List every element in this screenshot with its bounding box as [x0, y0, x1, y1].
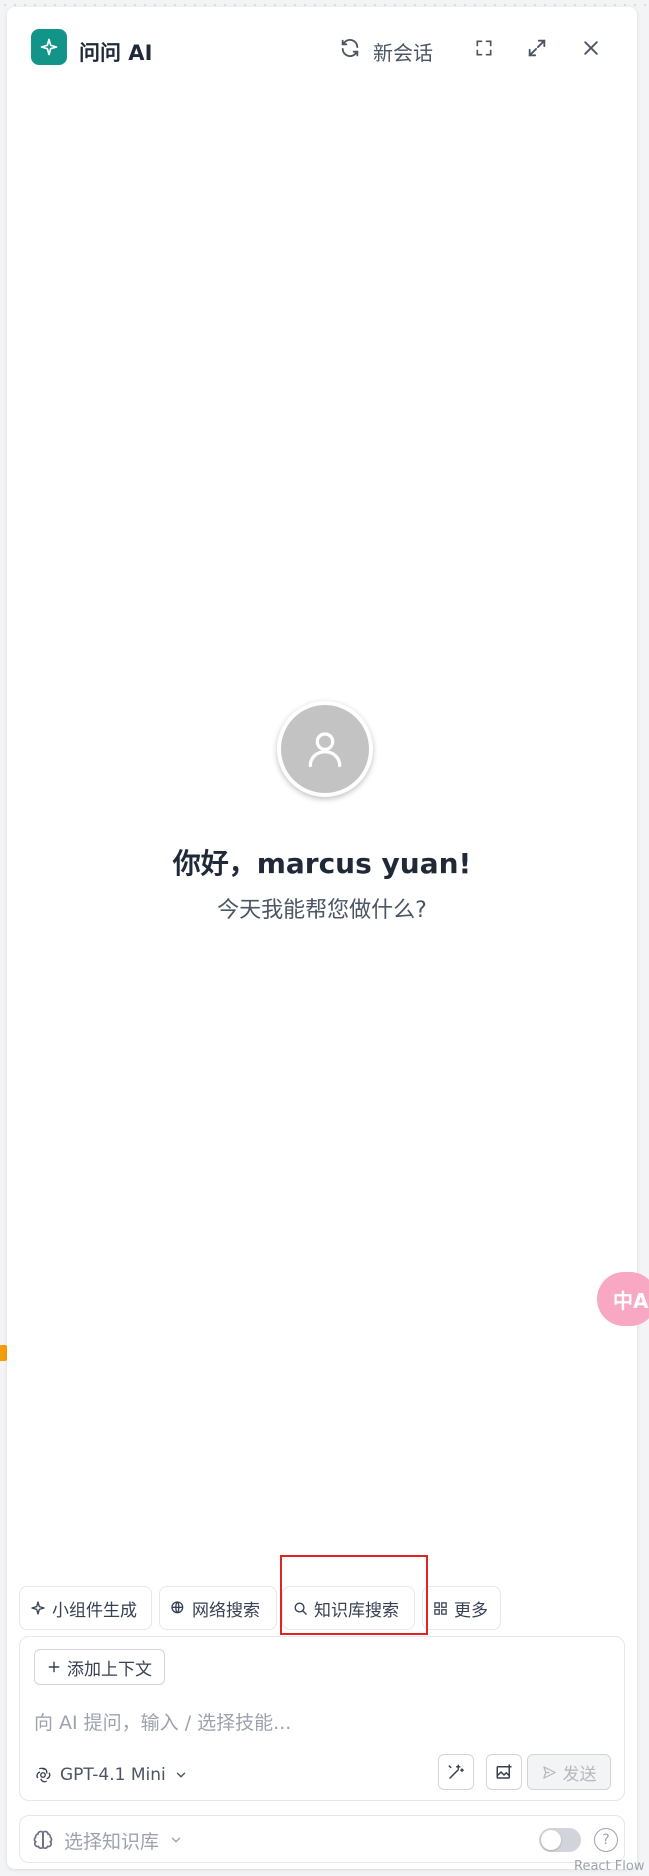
expand-icon[interactable]: [524, 35, 550, 61]
translate-button[interactable]: 中A: [597, 1272, 649, 1326]
sparkle-icon: [31, 1601, 45, 1615]
model-label: GPT-4.1 Mini: [60, 1765, 166, 1785]
help-icon[interactable]: ?: [594, 1828, 618, 1852]
ai-chat-panel: 问问 AI 新会话 你好，marcus yuan! 今天我能帮您做什么? 小组件…: [7, 7, 637, 1869]
image-upload-button[interactable]: [486, 1754, 522, 1790]
panel-title: 问问 AI: [79, 41, 153, 65]
close-icon[interactable]: [578, 35, 604, 61]
chevron-down-icon: [176, 1772, 185, 1778]
new-chat-button[interactable]: 新会话: [373, 37, 433, 66]
send-label: 发送: [562, 1764, 597, 1785]
image-plus-icon: [496, 1764, 512, 1779]
chevron-down-icon: [171, 1837, 181, 1843]
add-context-button[interactable]: 添加上下文: [34, 1649, 165, 1685]
greeting-text: 你好，marcus yuan!: [172, 847, 472, 880]
send-button[interactable]: 发送: [527, 1754, 611, 1790]
chip-label: 网络搜索: [192, 1600, 260, 1621]
magic-wand-button[interactable]: [438, 1754, 474, 1790]
knowledge-base-select[interactable]: 选择知识库: [32, 1826, 183, 1854]
ai-logo-icon: [31, 29, 67, 65]
search-icon: [294, 1602, 307, 1615]
plus-icon: [48, 1661, 60, 1673]
globe-search-icon: [171, 1601, 184, 1614]
brain-icon: [33, 1830, 53, 1850]
magic-wand-icon: [448, 1764, 464, 1779]
knowledge-base-bar: 选择知识库 ?: [19, 1815, 625, 1863]
more-chip[interactable]: 更多: [422, 1586, 501, 1630]
prompt-input[interactable]: [34, 1707, 604, 1739]
knowledge-search-chip[interactable]: 知识库搜索: [282, 1586, 415, 1630]
fullscreen-icon[interactable]: [471, 35, 497, 61]
react-flow-watermark: React Flow: [574, 1859, 645, 1874]
panel-header: 问问 AI 新会话: [7, 7, 637, 85]
chip-label: 更多: [454, 1600, 488, 1621]
send-icon: [542, 1765, 556, 1779]
greeting-subtitle: 今天我能帮您做什么?: [217, 898, 427, 923]
edge-marker: [0, 1345, 7, 1361]
add-context-label: 添加上下文: [67, 1659, 152, 1680]
chip-label: 小组件生成: [52, 1600, 137, 1621]
model-selector[interactable]: GPT-4.1 Mini: [34, 1761, 188, 1789]
translate-icon: 中A: [613, 1288, 649, 1313]
chip-label: 知识库搜索: [314, 1600, 399, 1621]
avatar: [277, 701, 373, 797]
knowledge-toggle[interactable]: [539, 1828, 581, 1852]
openai-icon: [36, 1767, 51, 1783]
knowledge-base-label: 选择知识库: [64, 1830, 160, 1853]
toggle-knob: [541, 1830, 561, 1850]
refresh-icon[interactable]: [337, 35, 363, 61]
grid-icon: [434, 1601, 447, 1615]
composer: 添加上下文 GPT-4.1 Mini 发送: [19, 1636, 625, 1801]
web-search-chip[interactable]: 网络搜索: [159, 1586, 277, 1630]
widget-generate-chip[interactable]: 小组件生成: [19, 1586, 152, 1630]
